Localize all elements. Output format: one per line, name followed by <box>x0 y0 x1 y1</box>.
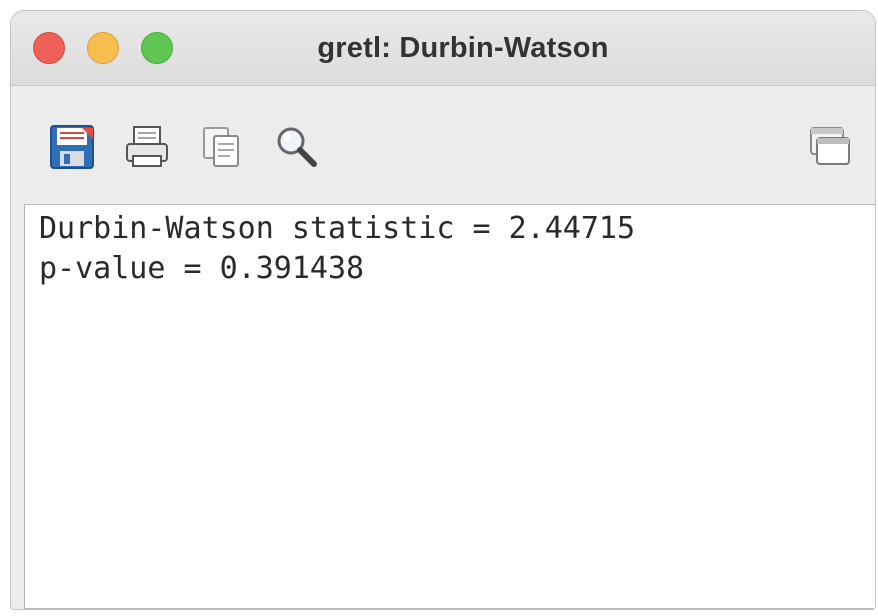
gretl-window: gretl: Durbin-Watson Durbin-Watson stati… <box>10 10 876 610</box>
print-icon <box>124 124 170 170</box>
search-icon <box>274 124 320 170</box>
output-text-area[interactable]: Durbin-Watson statistic = 2.44715 p-valu… <box>24 204 875 609</box>
print-button[interactable] <box>122 122 172 172</box>
save-icon <box>49 124 95 170</box>
windows-button[interactable] <box>805 122 855 172</box>
title-bar[interactable]: gretl: Durbin-Watson <box>11 11 875 86</box>
p-value-line: p-value = 0.391438 <box>39 251 365 286</box>
find-button[interactable] <box>272 122 322 172</box>
toolbar <box>11 86 875 204</box>
window-title: gretl: Durbin-Watson <box>317 32 609 64</box>
windows-icon <box>807 124 853 170</box>
save-button[interactable] <box>47 122 97 172</box>
copy-icon <box>199 124 245 170</box>
durbin-watson-statistic-line: Durbin-Watson statistic = 2.44715 <box>39 211 636 246</box>
copy-button[interactable] <box>197 122 247 172</box>
